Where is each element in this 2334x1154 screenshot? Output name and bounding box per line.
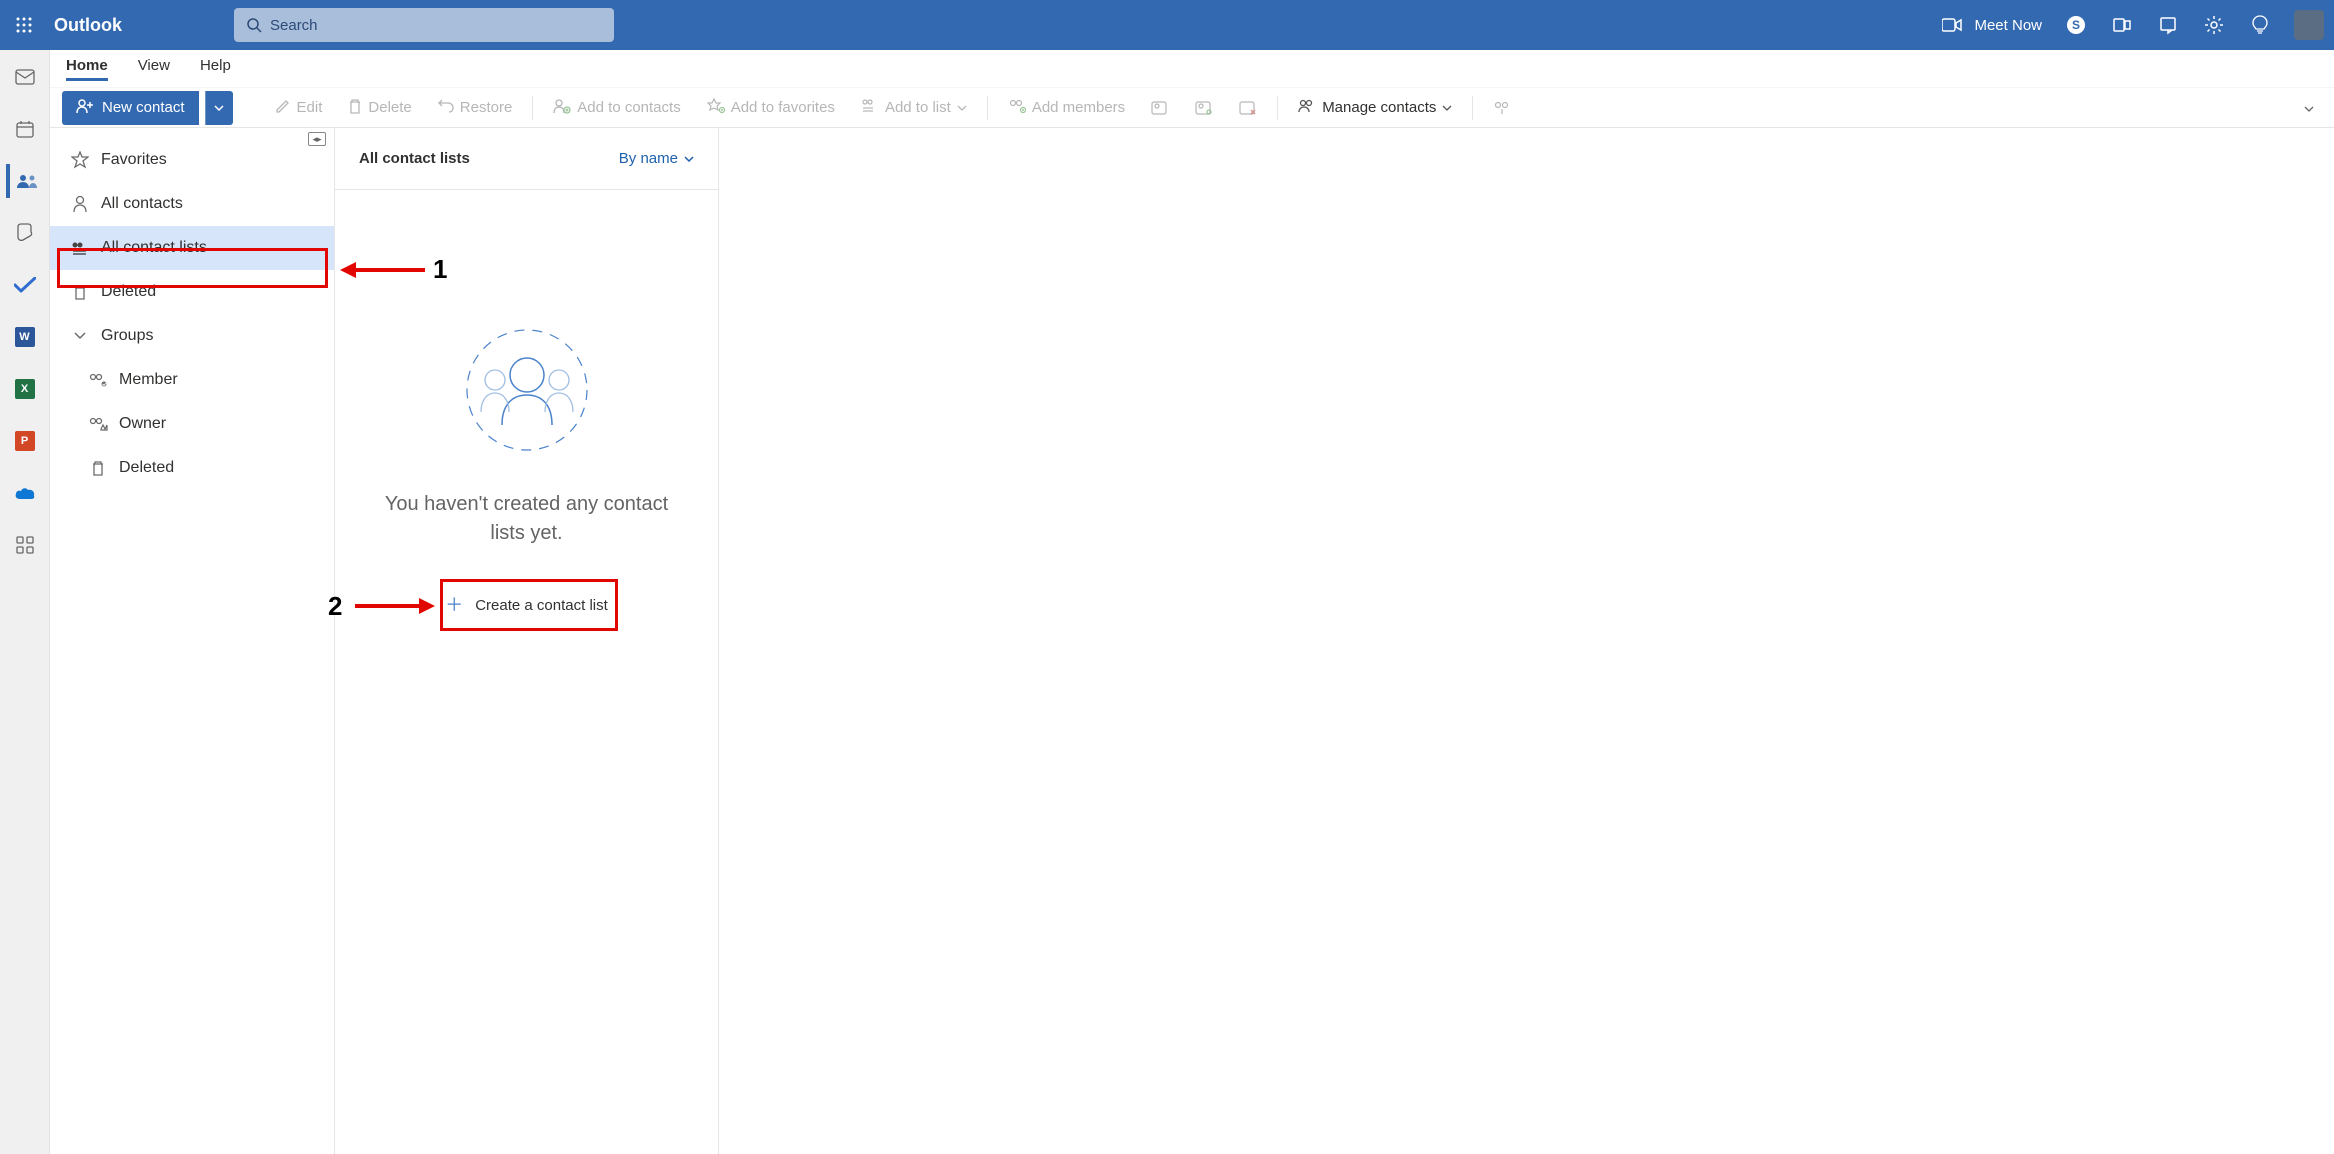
owner-icon (88, 417, 108, 431)
profile-avatar[interactable] (2294, 10, 2324, 40)
app-rail: W X P (0, 50, 50, 1154)
trash-icon (88, 460, 108, 476)
folder-nav: ◂▸ Favorites All contacts All contact li… (50, 128, 335, 1154)
tab-view[interactable]: View (138, 57, 170, 81)
app-launcher-icon[interactable] (10, 11, 38, 39)
rail-onedrive-icon[interactable] (8, 476, 42, 510)
contacts-illustration-icon (457, 320, 597, 460)
nav-groups[interactable]: Groups (50, 314, 334, 358)
rail-more-apps-icon[interactable] (8, 528, 42, 562)
person-plus-icon (553, 98, 571, 118)
ribbon-tabs: Home View Help (50, 50, 2334, 88)
rail-mail-icon[interactable] (8, 60, 42, 94)
manage-contacts-button[interactable]: Manage contacts (1288, 99, 1462, 117)
meet-now-button[interactable]: Meet Now (1940, 13, 2042, 37)
new-contact-button[interactable]: New contact (62, 91, 199, 125)
add-to-contacts-button: Add to contacts (543, 98, 690, 118)
chevron-down-icon (70, 332, 90, 340)
member-icon (88, 373, 108, 387)
tab-home[interactable]: Home (66, 57, 108, 81)
list-header: All contact lists By name (335, 128, 718, 190)
trash-icon (348, 98, 362, 118)
meet-now-label: Meet Now (1974, 17, 2042, 34)
nav-favorites[interactable]: Favorites (50, 138, 334, 182)
video-icon (1940, 13, 1964, 37)
contact-card-icon-2 (1185, 101, 1223, 115)
sort-button[interactable]: By name (619, 150, 694, 167)
trash-icon (70, 284, 90, 300)
nav-member[interactable]: Member (50, 358, 334, 402)
app-name: Outlook (54, 15, 122, 36)
rail-files-icon[interactable] (8, 216, 42, 250)
nav-owner[interactable]: Owner (50, 402, 334, 446)
list-pane: All contact lists By name (335, 128, 719, 1154)
pencil-icon (275, 98, 291, 118)
ribbon-toolbar: New contact Edit Delete Restore Add to (50, 88, 2334, 128)
contact-card-icon-1 (1141, 101, 1179, 115)
collapse-nav-icon[interactable]: ◂▸ (308, 132, 326, 146)
star-plus-icon (707, 98, 725, 118)
rail-powerpoint-icon[interactable]: P (8, 424, 42, 458)
members-plus-icon (1008, 99, 1026, 117)
restore-button: Restore (428, 99, 523, 117)
skype-icon[interactable]: S (2064, 13, 2088, 37)
settings-icon[interactable] (2202, 13, 2226, 37)
nav-groups-deleted[interactable]: Deleted (50, 446, 334, 490)
contact-card-icon-3 (1229, 101, 1267, 115)
add-to-list-button: Add to list (851, 99, 977, 117)
tab-help[interactable]: Help (200, 57, 231, 81)
reading-pane (719, 128, 2334, 1154)
lightbulb-icon[interactable] (2248, 13, 2272, 37)
rail-todo-icon[interactable] (8, 268, 42, 302)
nav-deleted[interactable]: Deleted (50, 270, 334, 314)
undo-icon (438, 99, 454, 117)
rail-word-icon[interactable]: W (8, 320, 42, 354)
plus-icon: ＋ (445, 596, 463, 614)
rail-excel-icon[interactable]: X (8, 372, 42, 406)
search-input[interactable] (270, 17, 602, 34)
list-title: All contact lists (359, 150, 470, 167)
svg-text:S: S (2072, 18, 2080, 32)
empty-message: You haven't created any contact lists ye… (377, 490, 677, 548)
star-icon (70, 151, 90, 169)
person-icon (70, 195, 90, 213)
people-split-icon (1483, 101, 1521, 115)
people-list-icon (70, 241, 90, 255)
people-gear-icon (1298, 99, 1316, 117)
teams-icon[interactable] (2110, 13, 2134, 37)
nav-all-contacts[interactable]: All contacts (50, 182, 334, 226)
toolbar-overflow[interactable] (2296, 99, 2322, 116)
person-add-icon (76, 98, 94, 118)
nav-all-contact-lists[interactable]: All contact lists (50, 226, 334, 270)
rail-people-icon[interactable] (6, 164, 40, 198)
create-contact-list-button[interactable]: ＋ Create a contact list (430, 588, 623, 622)
new-contact-label: New contact (102, 99, 185, 116)
people-list-icon (861, 99, 879, 117)
notes-icon[interactable] (2156, 13, 2180, 37)
new-contact-split[interactable] (205, 91, 233, 125)
header-bar: Outlook Meet Now S (0, 0, 2334, 50)
search-box[interactable] (234, 8, 614, 42)
add-members-button: Add members (998, 99, 1135, 117)
delete-button: Delete (338, 98, 421, 118)
empty-state: You haven't created any contact lists ye… (335, 190, 718, 1154)
add-to-favorites-button: Add to favorites (697, 98, 845, 118)
edit-button: Edit (265, 98, 333, 118)
rail-calendar-icon[interactable] (8, 112, 42, 146)
